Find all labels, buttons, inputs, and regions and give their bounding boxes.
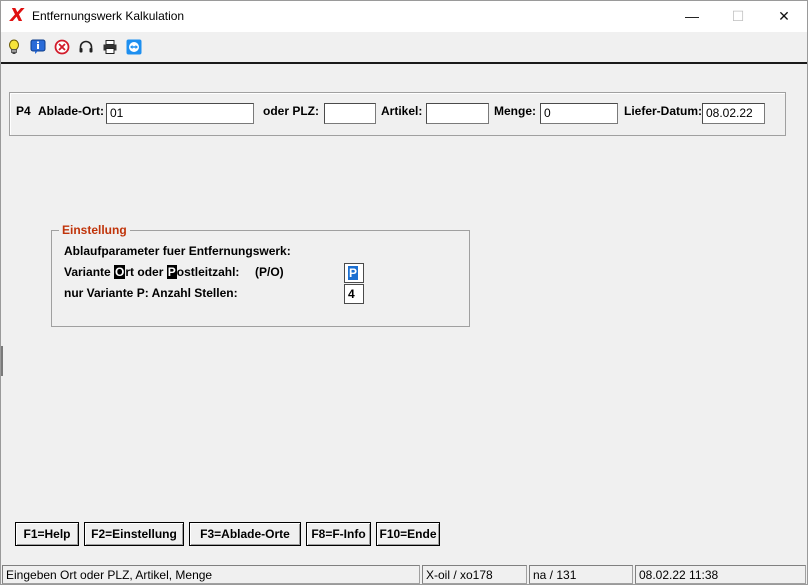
artikel-field[interactable] <box>426 103 489 124</box>
status-message: Eingeben Ort oder PLZ, Artikel, Menge <box>2 565 420 584</box>
window-title: Entfernungswerk Kalkulation <box>32 9 185 23</box>
artikel-label: Artikel: <box>381 104 423 118</box>
teamviewer-icon[interactable] <box>126 39 142 55</box>
ablaufparameter-label: Ablaufparameter fuer Entfernungswerk: <box>64 244 291 258</box>
program-prefix: P4 <box>16 104 31 118</box>
window-edge-marker <box>1 346 3 376</box>
menge-field[interactable]: 0 <box>540 103 618 124</box>
ablade-ort-field[interactable]: 01 <box>106 103 254 124</box>
variante-text: Variante <box>64 265 115 279</box>
toolbar-separator <box>1 62 807 64</box>
status-info: na / 131 <box>529 565 633 584</box>
ablade-ort-label: Ablade-Ort: <box>38 104 104 118</box>
variante-hint: (P/O) <box>255 265 284 279</box>
variante-label: Variante Ort oder Postleitzahl: <box>64 265 239 279</box>
cancel-icon[interactable] <box>54 39 70 55</box>
anzahl-stellen-label: nur Variante P: Anzahl Stellen: <box>64 286 238 300</box>
plz-label: oder PLZ: <box>263 104 319 118</box>
f2-einstellung-button[interactable]: F2=Einstellung <box>84 522 184 546</box>
title-bar: X Entfernungswerk Kalkulation — ☐ ✕ <box>1 1 807 32</box>
printer-icon[interactable] <box>102 39 118 55</box>
menge-label: Menge: <box>494 104 536 118</box>
variante-text-3: ostleitzahl: <box>176 265 240 279</box>
f1-help-button[interactable]: F1=Help <box>15 522 79 546</box>
anzahl-stellen-field[interactable]: 4 <box>344 284 364 304</box>
app-window: X Entfernungswerk Kalkulation — ☐ ✕ P4 A… <box>0 0 808 585</box>
plz-field[interactable] <box>324 103 376 124</box>
toolbar <box>1 32 807 62</box>
f10-ende-button[interactable]: F10=Ende <box>376 522 440 546</box>
info-icon[interactable] <box>30 39 46 55</box>
lightbulb-icon[interactable] <box>6 39 22 55</box>
maximize-button[interactable]: ☐ <box>715 1 761 32</box>
status-user: X-oil / xo178 <box>422 565 527 584</box>
liefer-datum-label: Liefer-Datum: <box>624 104 703 118</box>
status-datetime: 08.02.22 11:38 <box>635 565 806 584</box>
hotkey-p: P <box>166 265 177 279</box>
variante-value: P <box>348 266 359 280</box>
f8-f-info-button[interactable]: F8=F-Info <box>306 522 371 546</box>
variante-field[interactable]: P <box>344 263 364 283</box>
minimize-button[interactable]: — <box>669 1 715 32</box>
variante-text-2: rt oder <box>125 265 167 279</box>
headset-icon[interactable] <box>78 39 94 55</box>
close-button[interactable]: ✕ <box>761 1 807 32</box>
einstellung-legend: Einstellung <box>59 223 130 237</box>
f3-ablade-orte-button[interactable]: F3=Ablade-Orte <box>189 522 301 546</box>
liefer-datum-field[interactable]: 08.02.22 <box>702 103 765 124</box>
app-logo-icon: X <box>10 5 24 26</box>
hotkey-o: O <box>114 265 126 279</box>
